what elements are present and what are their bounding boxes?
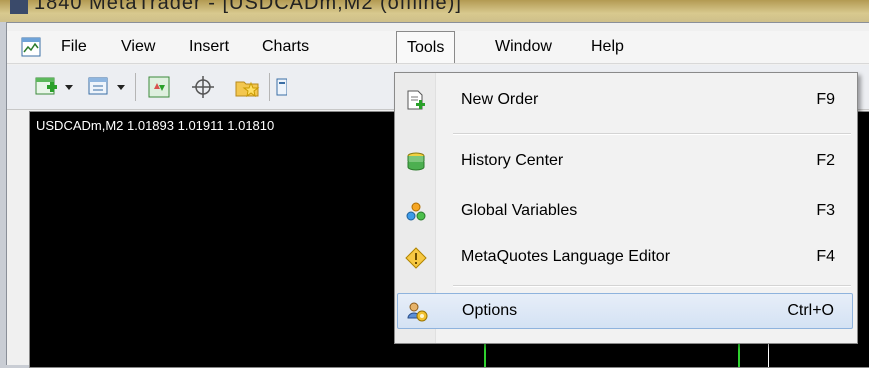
autotrading-icon[interactable] (145, 73, 173, 101)
menu-item-history-center[interactable]: History Center F2 (397, 144, 853, 178)
menu-item-shortcut: F2 (816, 152, 835, 169)
menu-view[interactable]: View (111, 31, 165, 63)
menu-item-label: History Center (461, 152, 564, 169)
new-chart-icon[interactable] (33, 73, 61, 101)
menu-item-shortcut: F3 (816, 202, 835, 219)
menu-help[interactable]: Help (581, 31, 634, 63)
menu-insert[interactable]: Insert (179, 31, 239, 63)
navigator-icon[interactable] (275, 73, 287, 101)
menu-item-shortcut: F4 (816, 248, 835, 265)
options-icon (407, 302, 428, 322)
favorites-icon[interactable] (233, 73, 261, 101)
menu-item-shortcut: Ctrl+O (787, 302, 834, 319)
app-icon (10, 0, 28, 14)
chart-window-icon[interactable] (21, 37, 41, 57)
new-order-icon (407, 90, 425, 110)
menu-file[interactable]: File (51, 31, 97, 63)
global-variables-icon (406, 202, 426, 221)
menu-separator (453, 285, 851, 287)
crosshair-icon[interactable] (189, 73, 217, 101)
menu-item-label: New Order (461, 91, 539, 108)
window-title: 1840 MetaTrader - [USDCADm,M2 (offline)] (34, 0, 462, 14)
profiles-dropdown-arrow[interactable] (117, 85, 125, 90)
chart-header: USDCADm,M2 1.01893 1.01911 1.01810 (36, 118, 275, 133)
menu-item-options[interactable]: Options Ctrl+O (397, 293, 853, 329)
metaeditor-icon (405, 247, 427, 269)
chart-candle (484, 340, 486, 367)
profiles-icon[interactable] (85, 73, 113, 101)
toolbar-separator (269, 73, 270, 101)
menu-tools[interactable]: Tools (396, 31, 456, 63)
menu-item-shortcut: F9 (816, 91, 835, 108)
new-chart-dropdown-arrow[interactable] (65, 85, 73, 90)
toolbar-separator (135, 73, 136, 101)
menu-item-label: MetaQuotes Language Editor (461, 248, 671, 265)
window-title-bar: 1840 MetaTrader - [USDCADm,M2 (offline)] (0, 0, 869, 22)
menu-item-global-variables[interactable]: Global Variables F3 (397, 194, 853, 228)
menu-item-label: Options (462, 302, 518, 319)
menu-window[interactable]: Window (485, 31, 562, 63)
history-center-icon (407, 152, 425, 171)
menu-bar: File View Insert Charts Tools Window Hel… (7, 31, 869, 64)
menu-item-label: Global Variables (461, 202, 578, 219)
chart-grid-line (768, 344, 769, 367)
menu-item-new-order[interactable]: New Order F9 (397, 83, 853, 117)
menu-charts[interactable]: Charts (252, 31, 319, 63)
menu-separator (453, 133, 851, 135)
menu-item-metaquotes-language-editor[interactable]: MetaQuotes Language Editor F4 (397, 240, 853, 274)
tools-dropdown-menu: New Order F9 History Center F2 Global Va… (394, 72, 858, 344)
